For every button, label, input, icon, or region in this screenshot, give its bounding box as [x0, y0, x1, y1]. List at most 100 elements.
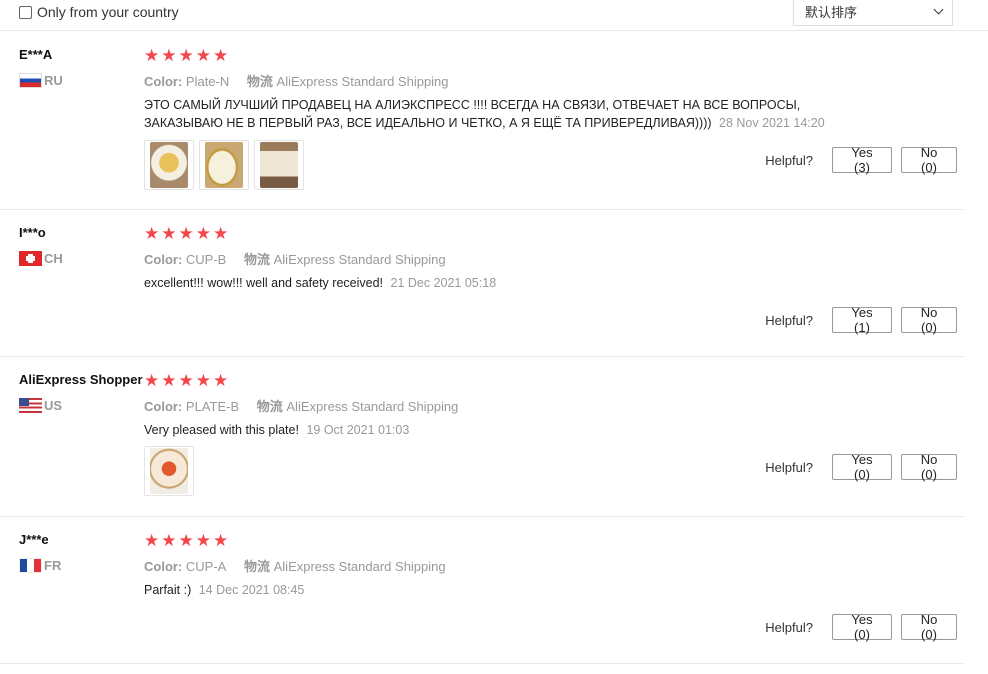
review-text-block: Parfait :) 14 Dec 2021 08:45: [144, 581, 844, 599]
reviewer-country: US: [19, 398, 62, 413]
shipping-label: 物流: [256, 399, 283, 414]
flag-icon: [19, 398, 42, 413]
helpful-vote: Helpful? Yes (0) No (0): [765, 612, 957, 642]
helpful-label: Helpful?: [765, 312, 813, 328]
only-from-country-filter[interactable]: Only from your country: [19, 4, 179, 20]
photo-image: [150, 448, 188, 494]
reviewer-name: I***o: [19, 225, 46, 240]
star-icon: ★: [161, 224, 177, 243]
shipping-value: AliExpress Standard Shipping: [276, 74, 449, 89]
sort-select[interactable]: 默认排序: [793, 0, 953, 26]
reviewer-country: CH: [19, 251, 63, 266]
review-item: AliExpress Shopper US ★ ★ ★ ★ ★ Color: PLATE…: [0, 372, 964, 517]
photo-image: [205, 142, 243, 188]
photo-image: [260, 142, 298, 188]
helpful-yes-button[interactable]: Yes (1): [832, 305, 892, 335]
review-text-block: Very pleased with this plate! 19 Oct 202…: [144, 421, 844, 439]
shipping-value: AliExpress Standard Shipping: [273, 252, 446, 267]
shipping-label: 物流: [246, 74, 273, 89]
helpful-yes-button[interactable]: Yes (0): [832, 612, 892, 642]
only-from-country-label: Only from your country: [37, 4, 179, 20]
helpful-label: Helpful?: [765, 619, 813, 635]
filter-bar: Only from your country 默认排序: [0, 0, 988, 31]
helpful-label: Helpful?: [765, 459, 813, 475]
review-meta: Color: PLATE-B 物流 AliExpress Standard Sh…: [144, 396, 458, 415]
sort-select-value: 默认排序: [805, 5, 858, 20]
star-icon: ★: [213, 46, 229, 65]
flag-icon: [19, 558, 42, 573]
star-icon: ★: [195, 224, 211, 243]
star-icon: ★: [178, 224, 194, 243]
review-item: E***A RU ★ ★ ★ ★ ★ Color: Plate-N 物流 AliExpr…: [0, 47, 964, 210]
shipping-label: 物流: [243, 252, 270, 267]
helpful-no-button[interactable]: No (0): [901, 452, 957, 482]
helpful-yes-button[interactable]: Yes (3): [832, 145, 892, 175]
helpful-no-button[interactable]: No (0): [901, 145, 957, 175]
star-rating: ★ ★ ★ ★ ★: [144, 225, 230, 242]
review-text: Very pleased with this plate!: [144, 423, 299, 437]
review-photo-thumbnail[interactable]: [199, 140, 249, 190]
star-icon: ★: [144, 531, 160, 550]
country-code: RU: [44, 73, 63, 88]
helpful-no-button[interactable]: No (0): [901, 305, 957, 335]
helpful-label: Helpful?: [765, 152, 813, 168]
helpful-vote: Helpful? Yes (1) No (0): [765, 305, 957, 335]
review-photo-thumbnail[interactable]: [254, 140, 304, 190]
chevron-down-icon: [933, 4, 944, 15]
review-photo-thumbnail[interactable]: [144, 446, 194, 496]
color-label: Color:: [144, 559, 183, 574]
country-code: FR: [44, 558, 62, 573]
review-photos: [144, 140, 309, 190]
shipping-label: 物流: [243, 559, 270, 574]
photo-image: [150, 142, 188, 188]
review-date: 28 Nov 2021 14:20: [719, 116, 825, 130]
star-rating: ★ ★ ★ ★ ★: [144, 372, 230, 389]
reviewer-name: AliExpress Shopper: [19, 372, 143, 387]
reviewer-name: J***e: [19, 532, 49, 547]
review-item: J***e FR ★ ★ ★ ★ ★ Color: CUP-A 物流 AliExpres…: [0, 532, 964, 664]
star-icon: ★: [195, 531, 211, 550]
color-value: CUP-B: [185, 252, 227, 267]
color-label: Color:: [144, 399, 183, 414]
review-text: excellent!!! wow!!! well and safety rece…: [144, 276, 384, 290]
review-photos: [144, 446, 199, 496]
review-date: 14 Dec 2021 08:45: [198, 583, 305, 597]
star-icon: ★: [195, 46, 211, 65]
helpful-no-button[interactable]: No (0): [901, 612, 957, 642]
review-text-block: excellent!!! wow!!! well and safety rece…: [144, 274, 844, 292]
shipping-value: AliExpress Standard Shipping: [273, 559, 446, 574]
helpful-vote: Helpful? Yes (0) No (0): [765, 452, 957, 482]
star-icon: ★: [195, 371, 211, 390]
star-icon: ★: [178, 531, 194, 550]
color-label: Color:: [144, 74, 183, 89]
star-rating: ★ ★ ★ ★ ★: [144, 47, 230, 64]
review-meta: Color: CUP-B 物流 AliExpress Standard Ship…: [144, 249, 446, 268]
star-icon: ★: [161, 46, 177, 65]
only-from-country-checkbox[interactable]: [19, 5, 32, 19]
review-text-block: ЭТО САМЫЙ ЛУЧШИЙ ПРОДАВЕЦ НА АЛИЭКСПРЕСС…: [144, 96, 844, 132]
color-value: CUP-A: [185, 559, 227, 574]
flag-icon: [19, 251, 42, 266]
shipping-value: AliExpress Standard Shipping: [286, 399, 459, 414]
star-icon: ★: [213, 224, 229, 243]
review-photo-thumbnail[interactable]: [144, 140, 194, 190]
country-code: US: [44, 398, 63, 413]
star-icon: ★: [161, 371, 177, 390]
color-value: Plate-N: [185, 74, 230, 89]
star-icon: ★: [213, 531, 229, 550]
review-meta: Color: CUP-A 物流 AliExpress Standard Ship…: [144, 556, 446, 575]
helpful-yes-button[interactable]: Yes (0): [832, 452, 892, 482]
star-icon: ★: [144, 224, 160, 243]
star-icon: ★: [178, 371, 194, 390]
reviewer-name: E***A: [19, 47, 53, 62]
review-text: Parfait :): [144, 583, 192, 597]
star-icon: ★: [144, 371, 160, 390]
review-text: ЭТО САМЫЙ ЛУЧШИЙ ПРОДАВЕЦ НА АЛИЭКСПРЕСС…: [144, 98, 801, 130]
star-rating: ★ ★ ★ ★ ★: [144, 532, 230, 549]
color-label: Color:: [144, 252, 183, 267]
review-meta: Color: Plate-N 物流 AliExpress Standard Sh…: [144, 71, 449, 90]
review-date: 19 Oct 2021 01:03: [306, 423, 410, 437]
country-code: CH: [44, 251, 63, 266]
star-icon: ★: [178, 46, 194, 65]
reviewer-country: RU: [19, 73, 63, 88]
